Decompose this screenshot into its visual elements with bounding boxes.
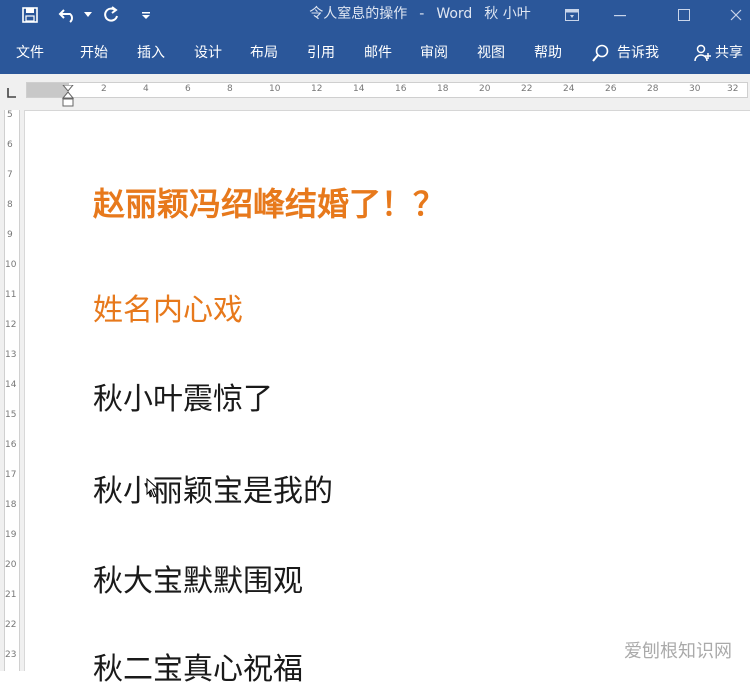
maximize-icon[interactable] <box>664 0 704 30</box>
horizontal-ruler[interactable]: 2 4 6 8 10 12 14 16 18 20 22 24 26 28 30… <box>26 82 748 107</box>
tab-view[interactable]: 视图 <box>477 44 505 62</box>
share-button[interactable]: 共享 <box>715 44 743 62</box>
v-ruler-label: 15 <box>5 410 17 420</box>
tab-selector-icon[interactable] <box>5 84 17 98</box>
v-ruler-label: 13 <box>5 350 17 360</box>
tell-me-box[interactable]: 告诉我 <box>617 44 659 62</box>
v-ruler-label: 16 <box>5 440 17 450</box>
minimize-icon[interactable] <box>600 0 640 30</box>
tab-mailings[interactable]: 邮件 <box>364 44 392 62</box>
vertical-ruler-track[interactable]: 5 6 7 8 9 10 11 12 13 14 15 16 17 18 19 … <box>4 110 20 671</box>
h-ruler-label: 14 <box>353 84 365 94</box>
ruler-area: 2 4 6 8 10 12 14 16 18 20 22 24 26 28 30… <box>0 74 750 111</box>
document-line[interactable]: 秋二宝真心祝福 <box>93 644 303 688</box>
h-ruler-label: 18 <box>437 84 449 94</box>
document-line[interactable]: 秋小叶震惊了 <box>93 374 273 418</box>
h-ruler-label: 26 <box>605 84 617 94</box>
v-ruler-label: 10 <box>5 260 17 270</box>
tell-me-icon[interactable] <box>592 44 610 66</box>
h-ruler-label: 8 <box>227 84 233 94</box>
v-ruler-label: 23 <box>5 650 17 660</box>
document-title[interactable]: 赵丽颖冯绍峰结婚了！？ <box>93 179 445 225</box>
h-ruler-label: 24 <box>563 84 575 94</box>
v-ruler-label: 17 <box>5 470 17 480</box>
redo-icon[interactable] <box>98 0 124 30</box>
v-ruler-label: 20 <box>5 560 17 570</box>
undo-dropdown-icon[interactable] <box>82 0 94 30</box>
document-subtitle[interactable]: 姓名内心戏 <box>93 285 243 329</box>
h-ruler-label: 6 <box>185 84 191 94</box>
h-ruler-label: 32 <box>727 84 739 94</box>
tab-help[interactable]: 帮助 <box>534 44 562 62</box>
title-separator: - <box>419 6 425 22</box>
user-name: 秋 小叶 <box>484 6 531 22</box>
tab-references[interactable]: 引用 <box>307 44 335 62</box>
h-ruler-label: 4 <box>143 84 149 94</box>
h-ruler-label: 22 <box>521 84 533 94</box>
tab-insert[interactable]: 插入 <box>137 44 165 62</box>
watermark: 爱刨根知识网 <box>624 641 732 662</box>
mouse-cursor-icon <box>146 477 160 502</box>
close-icon[interactable] <box>716 0 750 30</box>
v-ruler-label: 22 <box>5 620 17 630</box>
vertical-ruler: 5 6 7 8 9 10 11 12 13 14 15 16 17 18 19 … <box>0 110 25 671</box>
title-bar: 令人窒息的操作 - Word 秋 小叶 <box>0 0 750 30</box>
ribbon-display-options-icon[interactable] <box>552 0 592 30</box>
tab-home[interactable]: 开始 <box>80 44 108 62</box>
h-ruler-label: 30 <box>689 84 701 94</box>
share-icon[interactable] <box>694 44 712 66</box>
v-ruler-label: 7 <box>7 170 13 180</box>
v-ruler-label: 21 <box>5 590 17 600</box>
h-ruler-label: 10 <box>269 84 281 94</box>
app-name: Word <box>436 6 473 22</box>
tab-design[interactable]: 设计 <box>194 44 222 62</box>
document-name: 令人窒息的操作 <box>309 6 408 22</box>
customize-qat-icon[interactable] <box>136 0 156 30</box>
v-ruler-label: 18 <box>5 500 17 510</box>
v-ruler-label: 19 <box>5 530 17 540</box>
h-ruler-label: 16 <box>395 84 407 94</box>
v-ruler-label: 9 <box>7 230 13 240</box>
v-ruler-label: 6 <box>7 140 13 150</box>
v-ruler-label: 8 <box>7 200 13 210</box>
document-line[interactable]: 秋大宝默默围观 <box>93 556 303 600</box>
document-line[interactable]: 秋小丽颖宝是我的 <box>93 466 333 510</box>
v-ruler-label: 12 <box>5 320 17 330</box>
v-ruler-label: 11 <box>5 290 17 300</box>
tab-layout[interactable]: 布局 <box>250 44 278 62</box>
save-icon[interactable] <box>16 0 44 30</box>
h-ruler-label: 2 <box>101 84 107 94</box>
document-page[interactable]: 赵丽颖冯绍峰结婚了！？ 姓名内心戏 秋小叶震惊了 秋小丽颖宝是我的 秋大宝默默围… <box>25 111 750 687</box>
h-ruler-label: 12 <box>311 84 323 94</box>
h-ruler-label: 28 <box>647 84 659 94</box>
undo-icon[interactable] <box>54 0 82 30</box>
window-title: 令人窒息的操作 - Word 秋 小叶 <box>270 0 570 30</box>
v-ruler-label: 5 <box>7 110 13 120</box>
hanging-indent-marker[interactable] <box>61 91 75 112</box>
tab-review[interactable]: 审阅 <box>420 44 448 62</box>
ribbon: 文件 开始 插入 设计 布局 引用 邮件 审阅 视图 帮助 告诉我 共享 <box>0 30 750 74</box>
v-ruler-label: 14 <box>5 380 17 390</box>
h-ruler-label: 20 <box>479 84 491 94</box>
tab-file[interactable]: 文件 <box>16 44 44 62</box>
